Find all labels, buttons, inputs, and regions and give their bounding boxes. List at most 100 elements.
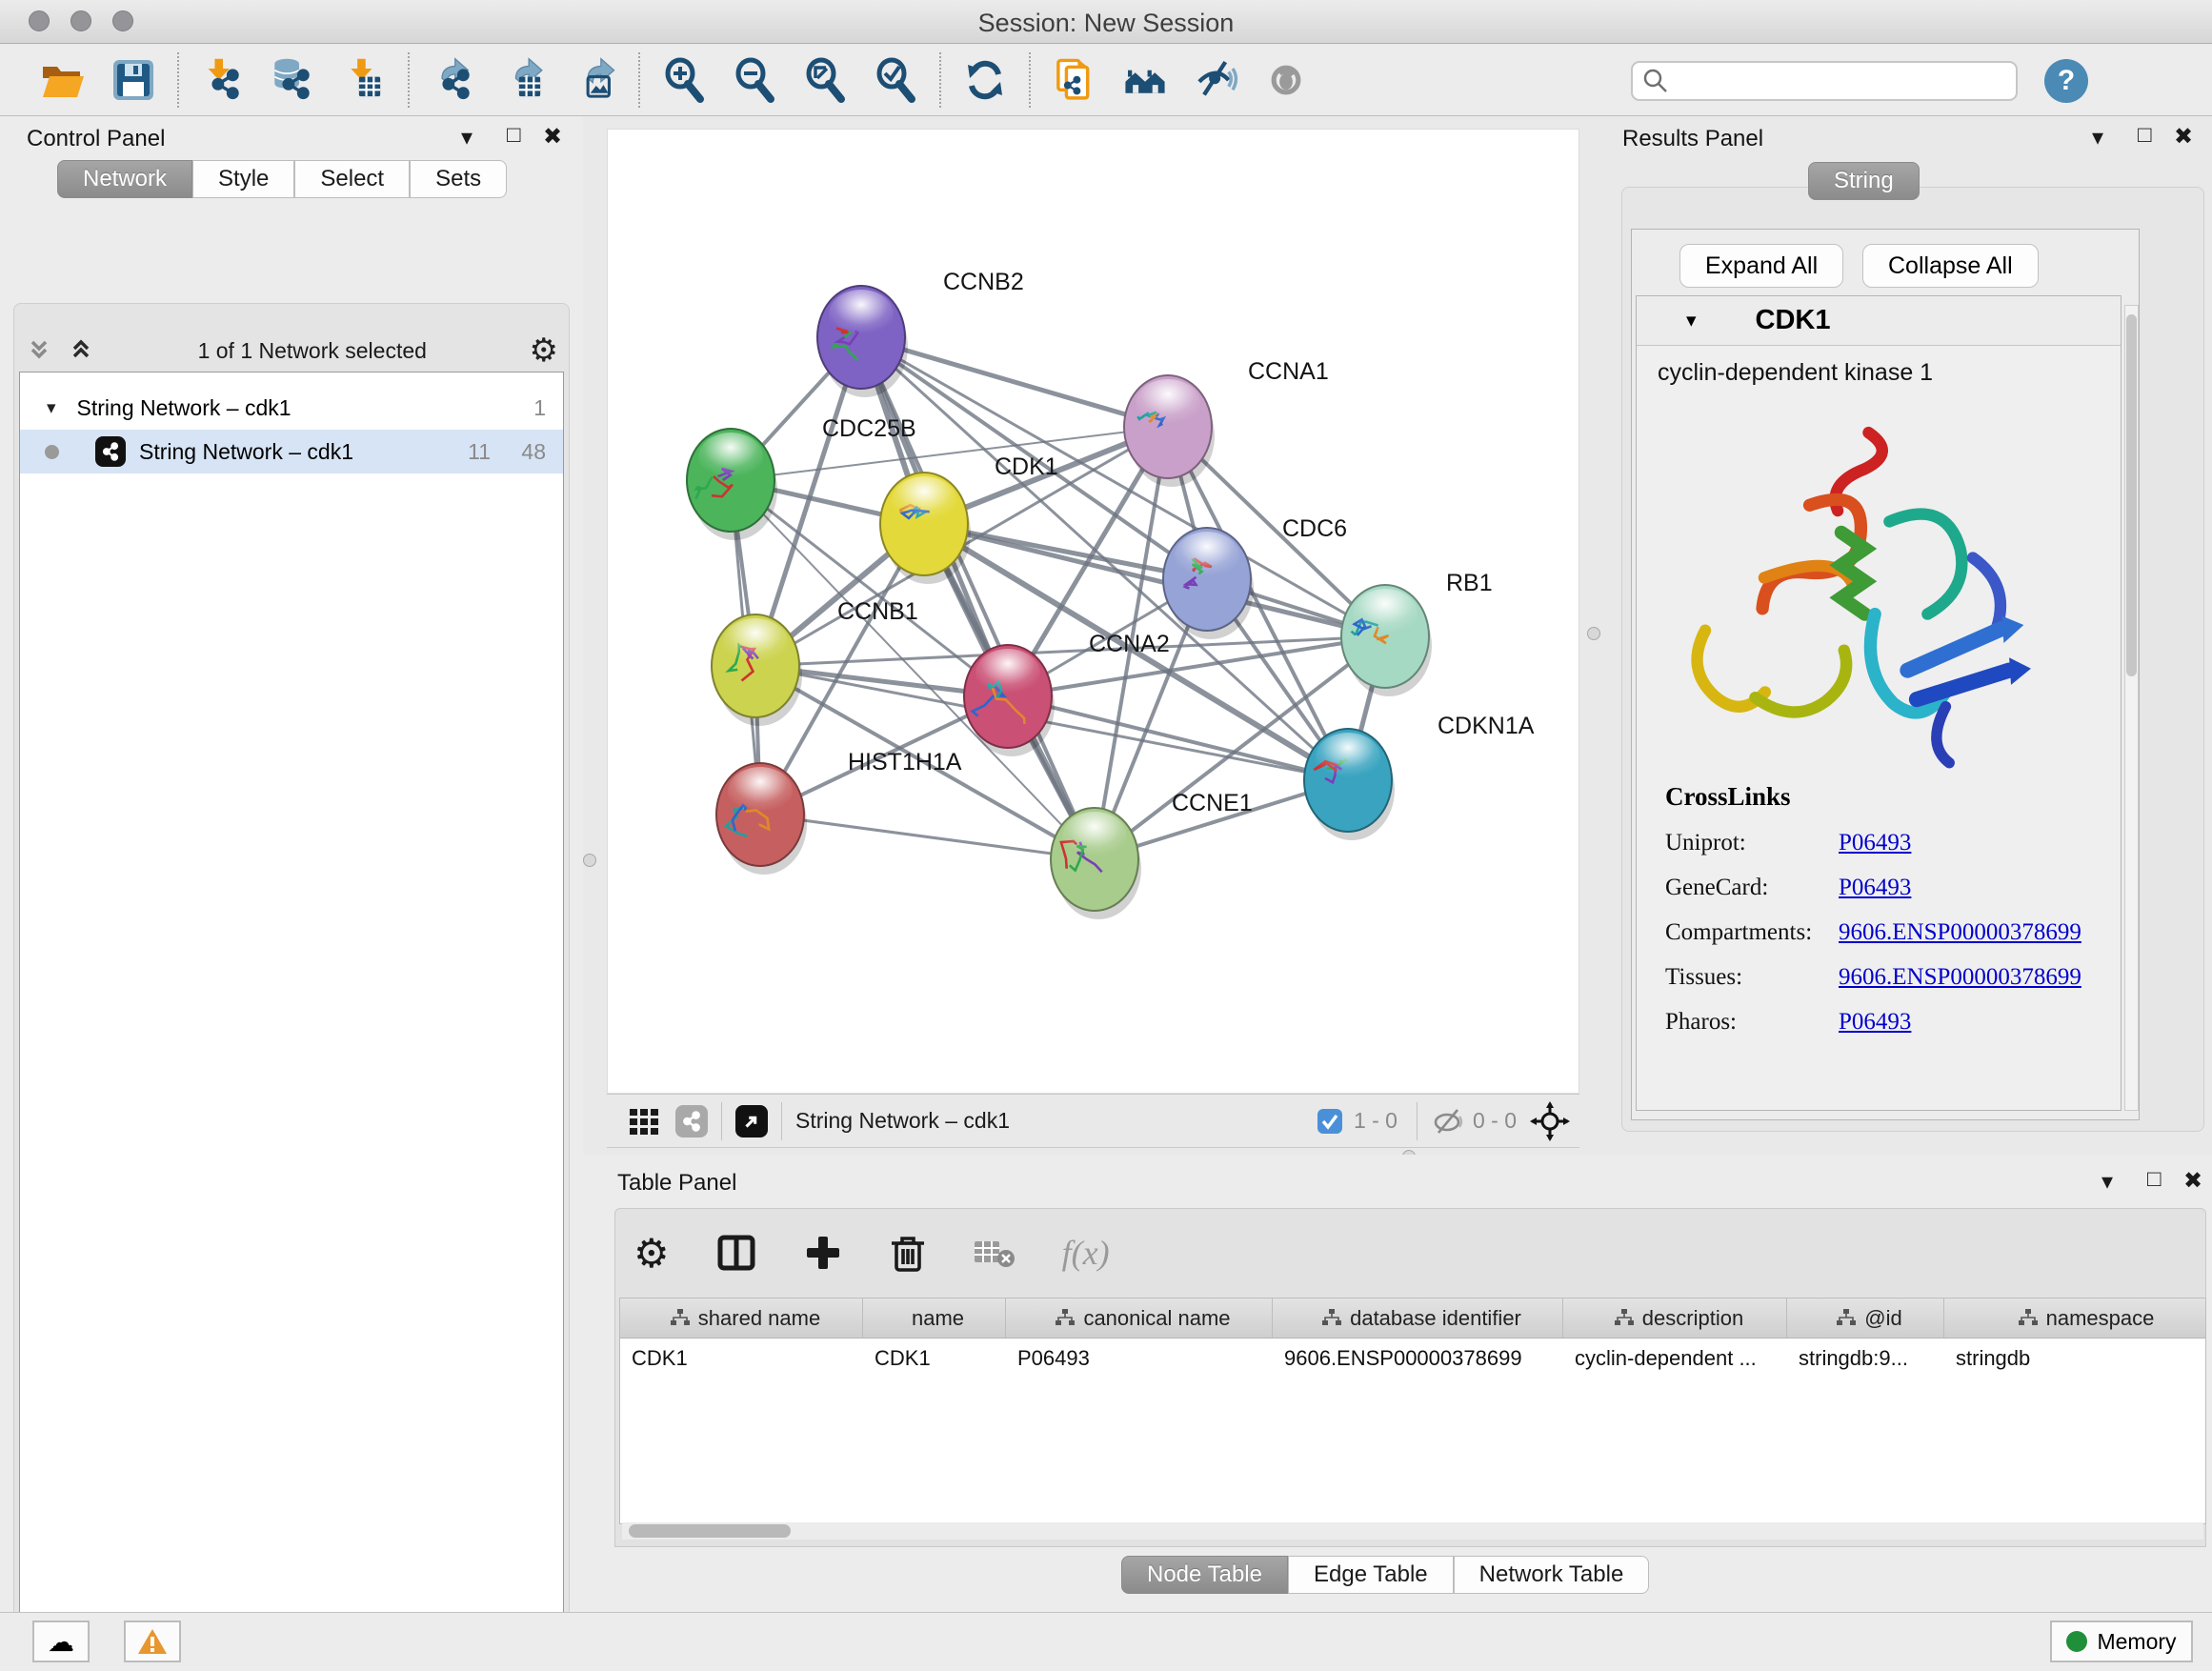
zoom-selected-icon[interactable] xyxy=(871,55,920,105)
column-header-description[interactable]: description xyxy=(1563,1299,1787,1338)
export-image-icon[interactable] xyxy=(570,55,619,105)
search-box[interactable] xyxy=(1631,61,2018,101)
expand-all-icon[interactable] xyxy=(67,336,95,365)
open-session-icon[interactable] xyxy=(38,55,88,105)
show-columns-icon[interactable] xyxy=(715,1232,757,1274)
control-panel-float-icon[interactable]: □ xyxy=(507,122,521,149)
table-panel-close-icon[interactable]: ✖ xyxy=(2183,1167,2202,1195)
column-header-database-identifier[interactable]: database identifier xyxy=(1273,1299,1563,1338)
node-label-RB1: RB1 xyxy=(1446,570,1493,596)
tab-network[interactable]: Network xyxy=(57,160,192,198)
collapse-all-button[interactable]: Collapse All xyxy=(1862,244,2039,288)
crosslink-link[interactable]: P06493 xyxy=(1839,1009,1911,1036)
cell-canonical-name[interactable]: P06493 xyxy=(1006,1339,1273,1379)
import-network-from-file-icon[interactable] xyxy=(198,55,248,105)
zoom-out-icon[interactable] xyxy=(730,55,779,105)
table-hscrollbar-thumb[interactable] xyxy=(629,1524,791,1538)
add-column-icon[interactable] xyxy=(803,1233,843,1273)
collapse-all-icon[interactable] xyxy=(25,336,53,365)
column-header-name[interactable]: name xyxy=(863,1299,1006,1338)
column-header-namespace[interactable]: namespace xyxy=(1944,1299,2206,1338)
gene-collapse-icon[interactable]: ▾ xyxy=(1686,309,1697,332)
table-row[interactable]: CDK1CDK1P064939606.ENSP00000378699cyclin… xyxy=(620,1339,2205,1379)
tab-sets[interactable]: Sets xyxy=(410,160,507,198)
column-header-shared-name[interactable]: shared name xyxy=(620,1299,863,1338)
results-scrollbar-thumb[interactable] xyxy=(2126,314,2137,676)
control-panel: Control Panel ▾ □ ✖ NetworkStyleSelectSe… xyxy=(0,116,583,1612)
node-label-CDC25B: CDC25B xyxy=(822,415,916,442)
crosslink-row: Tissues:9606.ENSP00000378699 xyxy=(1665,964,2121,991)
zoom-fit-content-icon[interactable] xyxy=(800,55,850,105)
zoom-in-icon[interactable] xyxy=(659,55,709,105)
results-panel-float-icon[interactable]: □ xyxy=(2138,122,2152,149)
tab-node-table[interactable]: Node Table xyxy=(1121,1556,1288,1594)
tab-edge-table[interactable]: Edge Table xyxy=(1288,1556,1454,1594)
warnings-button[interactable] xyxy=(124,1621,181,1662)
fit-selected-crosshair-icon[interactable] xyxy=(1530,1101,1570,1141)
hide-selected-icon[interactable] xyxy=(1191,55,1240,105)
import-table-from-file-icon[interactable] xyxy=(339,55,389,105)
delete-column-icon[interactable] xyxy=(889,1232,927,1274)
gene-entry-header[interactable]: ▾ CDK1 xyxy=(1637,296,2121,346)
node-table[interactable]: shared namenamecanonical namedatabase id… xyxy=(619,1298,2206,1524)
hidden-eye-slash-icon[interactable] xyxy=(1431,1107,1465,1136)
results-panel-close-icon[interactable]: ✖ xyxy=(2174,123,2193,151)
cell-name[interactable]: CDK1 xyxy=(863,1339,1006,1379)
grid-view-icon[interactable] xyxy=(628,1105,660,1137)
selected-checkbox-icon[interactable] xyxy=(1316,1107,1344,1136)
import-network-from-database-icon[interactable] xyxy=(269,55,318,105)
right-splitter-handle[interactable] xyxy=(1587,627,1600,640)
crosslink-link[interactable]: P06493 xyxy=(1839,875,1911,901)
tab-network-table[interactable]: Network Table xyxy=(1454,1556,1650,1594)
cell-database-identifier[interactable]: 9606.ENSP00000378699 xyxy=(1273,1339,1563,1379)
crosslink-label: GeneCard: xyxy=(1665,875,1839,901)
help-button[interactable]: ? xyxy=(2044,59,2088,103)
collection-expand-icon[interactable]: ▾ xyxy=(47,397,56,419)
network-tree: ▾ String Network – cdk1 1 String Network… xyxy=(19,372,564,1671)
export-table-icon[interactable] xyxy=(499,55,549,105)
delete-table-icon[interactable] xyxy=(973,1236,1016,1270)
network-collection-row[interactable]: ▾ String Network – cdk1 1 xyxy=(20,386,563,430)
network-badge-gray-icon[interactable] xyxy=(675,1105,708,1137)
edge-HIST1H1A-CCNE1[interactable] xyxy=(760,815,1095,859)
first-neighbors-icon[interactable] xyxy=(1120,55,1170,105)
show-all-icon[interactable] xyxy=(1261,55,1311,105)
table-hscrollbar[interactable] xyxy=(622,1522,2203,1540)
refresh-view-icon[interactable] xyxy=(960,55,1010,105)
crosslink-link[interactable]: 9606.ENSP00000378699 xyxy=(1839,964,2081,991)
results-panel-collapse-icon[interactable]: ▾ xyxy=(2092,124,2103,151)
table-panel-collapse-icon[interactable]: ▾ xyxy=(2101,1168,2113,1196)
cloud-status-button[interactable]: ☁ xyxy=(32,1621,90,1662)
search-input[interactable] xyxy=(1669,69,1993,93)
crosslink-label: Pharos: xyxy=(1665,1009,1839,1036)
network-options-gear-icon[interactable]: ⚙ xyxy=(530,336,558,365)
column-header-@id[interactable]: @id xyxy=(1787,1299,1944,1338)
copy-visual-style-icon[interactable] xyxy=(1050,55,1099,105)
cell-shared-name[interactable]: CDK1 xyxy=(620,1339,863,1379)
memory-button[interactable]: Memory xyxy=(2050,1621,2193,1662)
column-header-canonical-name[interactable]: canonical name xyxy=(1006,1299,1273,1338)
left-splitter-handle[interactable] xyxy=(583,854,596,867)
control-panel-close-icon[interactable]: ✖ xyxy=(543,123,562,151)
gene-description: cyclin-dependent kinase 1 xyxy=(1637,346,2121,387)
save-session-icon[interactable] xyxy=(109,55,158,105)
tab-select[interactable]: Select xyxy=(294,160,410,198)
table-panel-float-icon[interactable]: □ xyxy=(2147,1166,2162,1193)
tab-style[interactable]: Style xyxy=(192,160,294,198)
crosslink-link[interactable]: 9606.ENSP00000378699 xyxy=(1839,919,2081,946)
crosslink-label: Tissues: xyxy=(1665,964,1839,991)
expand-all-button[interactable]: Expand All xyxy=(1679,244,1843,288)
open-in-new-window-icon[interactable] xyxy=(735,1105,768,1137)
cell-description[interactable]: cyclin-dependent ... xyxy=(1563,1339,1787,1379)
cell-@id[interactable]: stringdb:9... xyxy=(1787,1339,1944,1379)
function-builder-icon[interactable]: f(x) xyxy=(1062,1233,1110,1273)
table-settings-gear-icon[interactable]: ⚙ xyxy=(633,1230,670,1277)
node-gloss xyxy=(728,767,793,816)
network-view-canvas[interactable]: CCNB2CCNA1CDC25BCDK1CDC6RB1CCNB1CCNA2CDK… xyxy=(607,129,1579,1094)
export-network-icon[interactable] xyxy=(429,55,478,105)
crosslink-link[interactable]: P06493 xyxy=(1839,830,1911,856)
cell-namespace[interactable]: stringdb xyxy=(1944,1339,2206,1379)
tab-string[interactable]: String xyxy=(1808,162,1920,200)
control-panel-collapse-icon[interactable]: ▾ xyxy=(461,124,473,151)
network-row[interactable]: String Network – cdk1 11 48 xyxy=(20,430,563,473)
